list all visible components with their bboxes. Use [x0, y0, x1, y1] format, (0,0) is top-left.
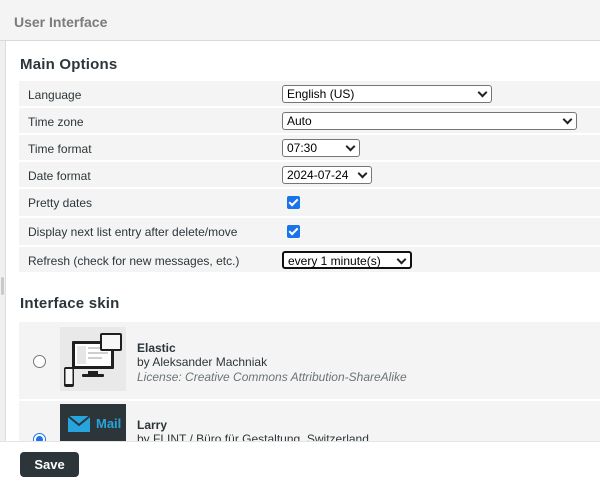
elastic-thumbnail [60, 327, 126, 391]
option-label: Date format [28, 169, 91, 183]
display-next-checkbox[interactable] [287, 225, 300, 238]
skin-license-elastic: License: Creative Commons Attribution-Sh… [137, 370, 407, 384]
language-select-value: English (US) [287, 87, 355, 101]
date-format-select[interactable]: 2024-07-24 [282, 166, 372, 184]
option-label: Refresh (check for new messages, etc.) [28, 254, 240, 268]
save-button[interactable]: Save [20, 452, 79, 477]
form-footer: Save [0, 441, 600, 488]
option-label: Time zone [28, 115, 84, 129]
option-label: Display next list entry after delete/mov… [28, 225, 238, 239]
pretty-dates-checkbox[interactable] [287, 196, 300, 209]
option-row-refresh: Refresh (check for new messages, etc.) e… [19, 247, 600, 274]
option-label: Time format [28, 142, 92, 156]
skin-radio-elastic[interactable] [33, 355, 46, 368]
envelope-icon [67, 415, 91, 432]
skin-row-larry[interactable]: Mail Larry by FLINT / Büro für Gestaltun… [19, 401, 600, 441]
chevron-down-icon [345, 141, 356, 152]
devices-icon [64, 333, 122, 387]
option-label: Language [28, 88, 82, 102]
skin-author-elastic: by Aleksander Machniak [137, 355, 268, 369]
option-row-pretty-dates: Pretty dates [19, 189, 600, 218]
language-select[interactable]: English (US) [282, 85, 492, 103]
skin-radio-larry[interactable] [33, 433, 46, 441]
option-row-date-format: Date format 2024-07-24 [19, 162, 600, 189]
main-options-title: Main Options [20, 56, 118, 73]
skin-name-elastic: Elastic [137, 341, 176, 355]
skin-row-elastic[interactable]: Elastic by Aleksander Machniak License: … [19, 322, 600, 399]
chevron-down-icon [357, 168, 368, 179]
main-options-table: Language English (US) Time zone Auto Tim… [19, 81, 600, 274]
timezone-select[interactable]: Auto [282, 112, 577, 130]
option-row-timezone: Time zone Auto [19, 108, 600, 135]
timezone-select-value: Auto [287, 114, 312, 128]
panel-header: User Interface [0, 0, 600, 41]
resize-grip-icon[interactable] [1, 277, 4, 295]
time-format-select[interactable]: 07:30 [282, 139, 360, 157]
resize-gutter[interactable] [0, 41, 6, 488]
larry-thumbnail: Mail [60, 404, 126, 441]
panel-title: User Interface [14, 14, 108, 30]
option-row-language: Language English (US) [19, 81, 600, 108]
chevron-down-icon [477, 87, 488, 98]
refresh-select-value: every 1 minute(s) [288, 254, 381, 268]
chevron-down-icon [562, 114, 573, 125]
option-label: Pretty dates [28, 196, 93, 210]
date-format-select-value: 2024-07-24 [287, 168, 349, 182]
skin-name-larry: Larry [137, 418, 168, 432]
option-row-time-format: Time format 07:30 [19, 135, 600, 162]
refresh-select[interactable]: every 1 minute(s) [282, 251, 412, 269]
interface-skin-title: Interface skin [20, 295, 120, 312]
chevron-down-icon [396, 254, 407, 265]
larry-logo-text: Mail [96, 416, 122, 431]
time-format-select-value: 07:30 [287, 141, 318, 155]
option-row-display-next: Display next list entry after delete/mov… [19, 218, 600, 247]
skin-author-larry: by FLINT / Büro für Gestaltung, Switzerl… [137, 432, 369, 441]
